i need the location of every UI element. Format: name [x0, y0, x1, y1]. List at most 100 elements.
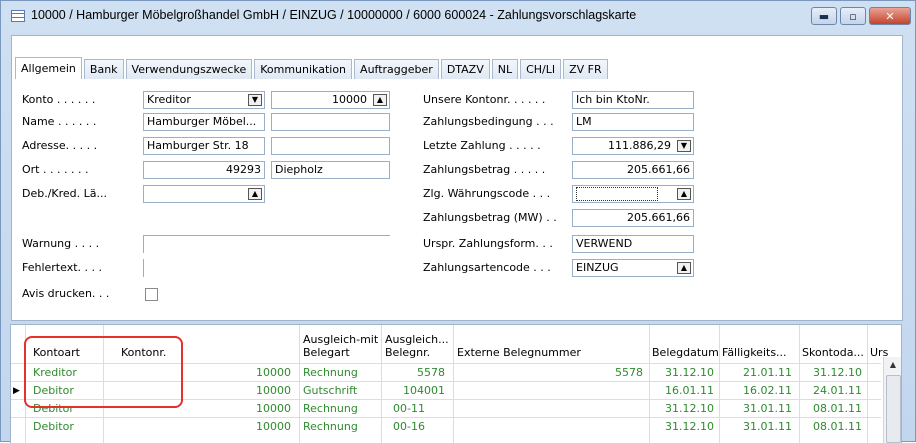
column-header-belegdatum[interactable]: Belegdatum — [652, 346, 719, 359]
fehlertext-field[interactable] — [143, 259, 144, 277]
konto-number-value: 10000 — [332, 93, 367, 106]
cell-kontonr[interactable]: 10000 — [191, 364, 291, 382]
debkred-label: Deb./Kred. Lä... — [22, 187, 108, 200]
cell-kontonr[interactable]: 10000 — [191, 382, 291, 400]
column-header-ausgleich-belegart-line2[interactable]: Belegart — [303, 346, 350, 359]
tab-chli[interactable]: CH/LI — [520, 59, 562, 79]
zahlungsbetrag-field[interactable]: 205.661,66 — [572, 161, 694, 179]
tab-dtazv[interactable]: DTAZV — [440, 59, 490, 79]
waehrungscode-field[interactable]: ▲ — [572, 185, 694, 203]
kontonr-field[interactable]: Ich bin KtoNr. — [572, 91, 694, 109]
scroll-thumb[interactable] — [886, 375, 901, 443]
warnung-field-top — [143, 235, 390, 236]
vertical-scrollbar[interactable]: ▲ — [883, 357, 901, 443]
cell-belegnr[interactable]: 00-16 — [393, 418, 425, 436]
ort-field[interactable]: Diepholz — [271, 161, 390, 179]
cell-belegdatum[interactable]: 31.12.10 — [652, 364, 714, 382]
column-header-ausgleich-belegnr-line2[interactable]: Belegnr. — [385, 346, 430, 359]
cell-skontodatum[interactable]: 24.01.11 — [802, 382, 862, 400]
tab-strip: Allgemein Bank Verwendungszwecke Kommuni… — [15, 57, 610, 79]
cell-extern[interactable] — [457, 382, 643, 400]
zahlungsartencode-value: EINZUG — [576, 261, 619, 274]
lookup-icon[interactable]: ▲ — [373, 94, 387, 106]
letzte-zahlung-value: 111.886,29 — [608, 139, 671, 152]
adresse-label: Adresse. . . . . — [22, 139, 98, 152]
lookup-icon[interactable]: ▲ — [248, 188, 262, 200]
lookup-icon[interactable]: ▲ — [677, 262, 691, 274]
cell-extern[interactable] — [457, 418, 643, 436]
column-header-externe-belegnummer[interactable]: Externe Belegnummer — [457, 346, 581, 359]
warnung-field-left[interactable] — [143, 235, 144, 253]
fehlertext-label: Fehlertext. . . . — [22, 261, 102, 274]
cell-kontonr[interactable]: 10000 — [191, 400, 291, 418]
name2-field[interactable] — [271, 113, 390, 131]
table-row[interactable]: Debitor 10000 Rechnung 00-16 31.12.10 31… — [11, 417, 881, 436]
plz-field[interactable]: 49293 — [143, 161, 265, 179]
lookup-icon[interactable]: ▲ — [677, 188, 691, 200]
cell-faelligkeit[interactable]: 16.02.11 — [722, 382, 792, 400]
tab-auftraggeber[interactable]: Auftraggeber — [354, 59, 439, 79]
tab-kommunikation[interactable]: Kommunikation — [254, 59, 353, 79]
waehrungscode-label: Zlg. Währungscode . . . — [423, 187, 551, 200]
warnung-label: Warnung . . . . — [22, 237, 100, 250]
tab-zvfr[interactable]: ZV FR — [563, 59, 608, 79]
debkred-field[interactable]: ▲ — [143, 185, 265, 203]
cell-belegart[interactable]: Rechnung — [303, 364, 358, 382]
avis-drucken-checkbox[interactable] — [145, 288, 158, 301]
cell-belegart[interactable]: Gutschrift — [303, 382, 357, 400]
zahlungsbedingung-label: Zahlungsbedingung . . . — [423, 115, 554, 128]
kontonr-label: Unsere Kontonr. . . . . . — [423, 93, 546, 106]
name-label: Name . . . . . . — [22, 115, 97, 128]
cell-belegart[interactable]: Rechnung — [303, 418, 358, 436]
cell-faelligkeit[interactable]: 21.01.11 — [722, 364, 792, 382]
cell-belegnr[interactable]: 104001 — [385, 382, 445, 400]
drilldown-icon[interactable]: ▼ — [677, 140, 691, 152]
tab-verwendungszwecke[interactable]: Verwendungszwecke — [125, 59, 253, 79]
zahlungsartencode-label: Zahlungsartencode . . . — [423, 261, 551, 274]
cell-belegart[interactable]: Rechnung — [303, 400, 358, 418]
column-header-ausgleich-belegart-line1[interactable]: Ausgleich-mit — [303, 333, 378, 346]
adresse-field[interactable]: Hamburger Str. 18 — [143, 137, 265, 155]
column-header-skontodatum[interactable]: Skontoda... — [802, 346, 864, 359]
urspr-zahlungsform-field[interactable]: VERWEND — [572, 235, 694, 253]
cell-skontodatum[interactable]: 08.01.11 — [802, 418, 862, 436]
maximize-icon: ▫ — [849, 9, 857, 23]
column-header-faelligkeit[interactable]: Fälligkeits... — [722, 346, 787, 359]
zahlungsartencode-field[interactable]: EINZUG ▲ — [572, 259, 694, 277]
letzte-zahlung-field[interactable]: 111.886,29 ▼ — [572, 137, 694, 155]
minimize-icon: ▬ — [818, 9, 830, 23]
chevron-down-icon[interactable]: ▼ — [248, 94, 262, 106]
close-button[interactable]: ✕ — [869, 7, 911, 25]
column-header-ausgleich-belegnr-line1[interactable]: Ausgleich... — [385, 333, 449, 346]
window-card-icon — [11, 10, 25, 22]
cell-belegdatum[interactable]: 31.12.10 — [652, 400, 714, 418]
cell-skontodatum[interactable]: 08.01.11 — [802, 400, 862, 418]
scroll-up-icon[interactable]: ▲ — [884, 357, 901, 373]
annotation-highlight-rectangle — [24, 336, 183, 408]
cell-faelligkeit[interactable]: 31.01.11 — [722, 418, 792, 436]
konto-label: Konto . . . . . . — [22, 93, 96, 106]
zahlungsbedingung-field[interactable]: LM — [572, 113, 694, 131]
cell-faelligkeit[interactable]: 31.01.11 — [722, 400, 792, 418]
zahlungsbetrag-mw-field[interactable]: 205.661,66 — [572, 209, 694, 227]
konto-type-select[interactable]: Kreditor ▼ — [143, 91, 265, 109]
cell-skontodatum[interactable]: 31.12.10 — [802, 364, 862, 382]
cell-belegnr[interactable]: 00-11 — [393, 400, 425, 418]
minimize-button[interactable]: ▬ — [811, 7, 837, 25]
maximize-button[interactable]: ▫ — [840, 7, 866, 25]
cell-belegnr[interactable]: 5578 — [385, 364, 445, 382]
tab-nl[interactable]: NL — [491, 59, 519, 79]
cell-kontonr[interactable]: 10000 — [191, 418, 291, 436]
zahlungsbetrag-label: Zahlungsbetrag . . . . . — [423, 163, 546, 176]
adresse2-field[interactable] — [271, 137, 390, 155]
cell-belegdatum[interactable]: 16.01.11 — [652, 382, 714, 400]
cell-belegdatum[interactable]: 31.12.10 — [652, 418, 714, 436]
tab-allgemein[interactable]: Allgemein — [15, 57, 82, 79]
tab-bank[interactable]: Bank — [83, 59, 124, 79]
konto-type-value: Kreditor — [147, 93, 191, 106]
cell-kontoart[interactable]: Debitor — [33, 418, 74, 436]
cell-extern[interactable]: 5578 — [457, 364, 643, 382]
cell-extern[interactable] — [457, 400, 643, 418]
name-field[interactable]: Hamburger Möbel... — [143, 113, 265, 131]
konto-number-field[interactable]: 10000 ▲ — [271, 91, 390, 109]
